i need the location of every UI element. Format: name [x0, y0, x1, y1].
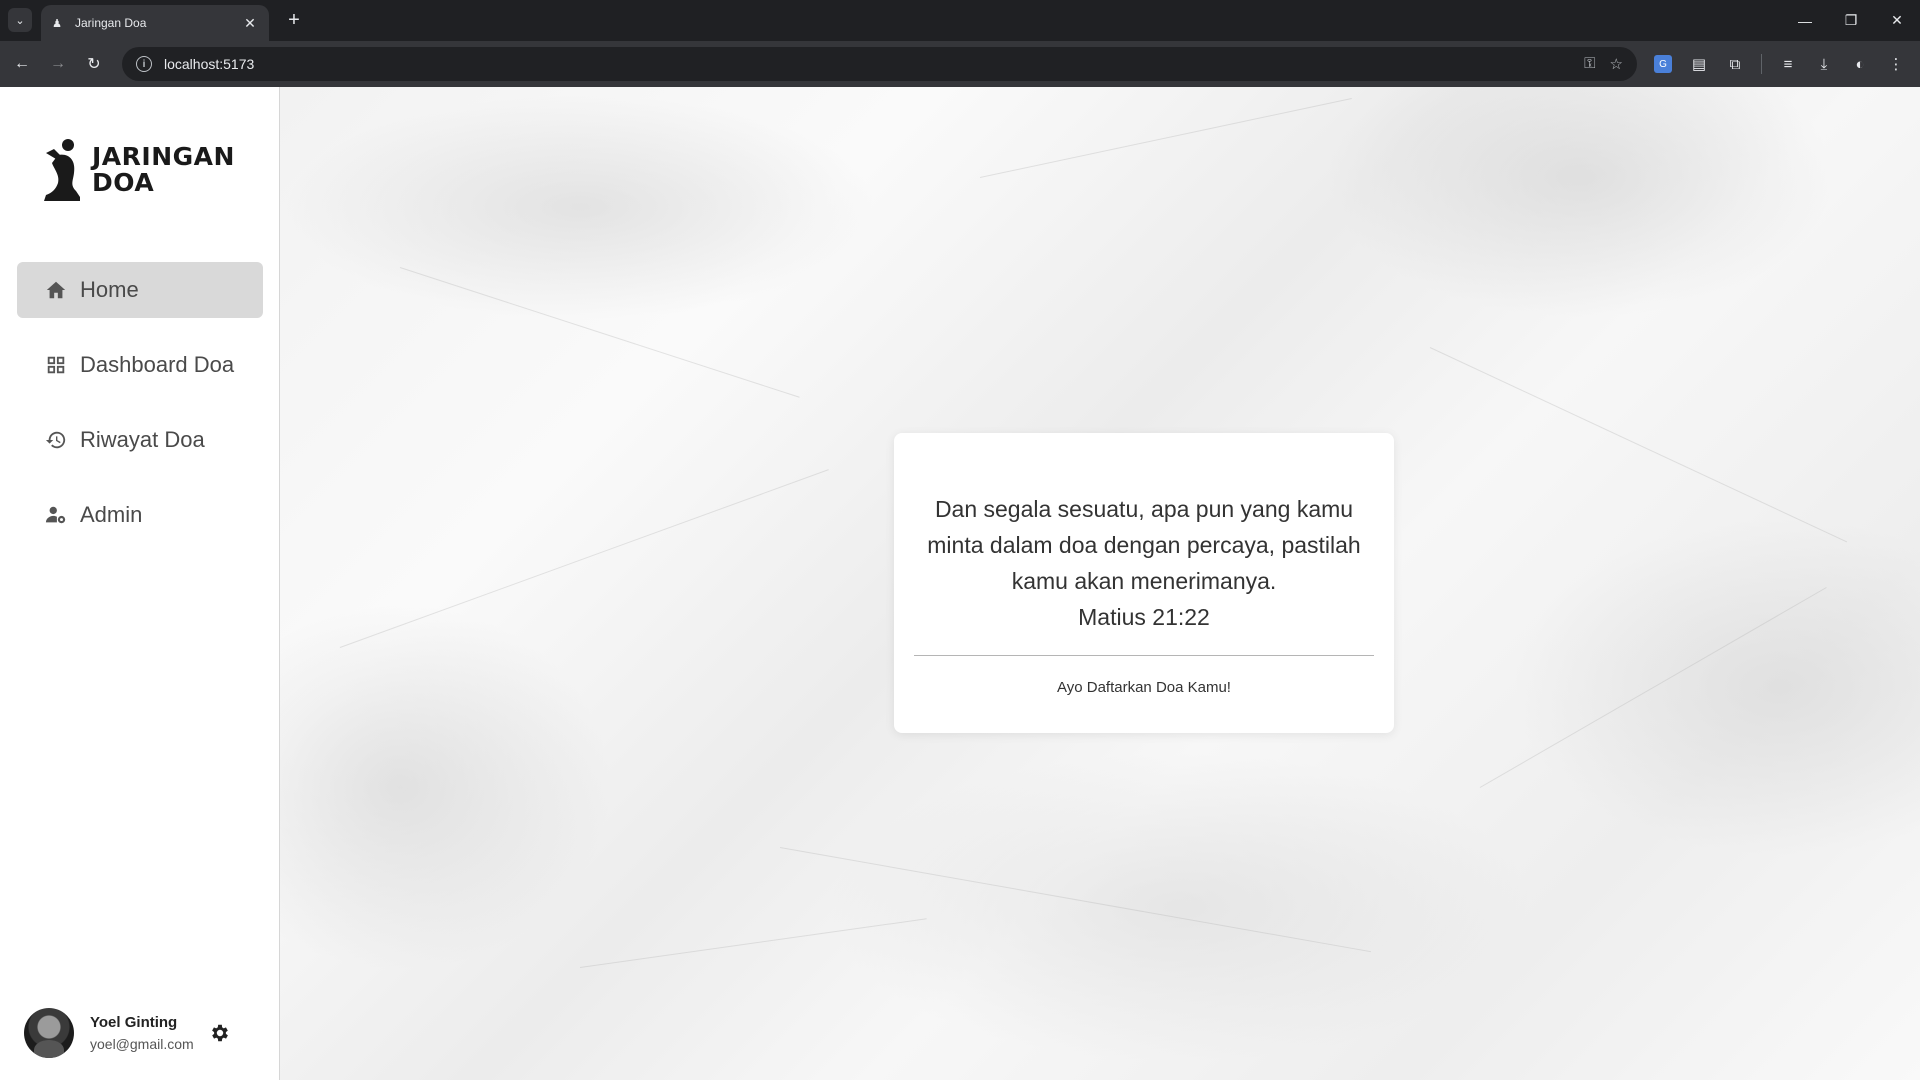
- extensions-puzzle-icon[interactable]: ⧉: [1719, 48, 1751, 80]
- restore-icon[interactable]: ❐: [1828, 0, 1874, 41]
- document-extension-icon[interactable]: ▤: [1683, 48, 1715, 80]
- minimize-icon[interactable]: —: [1782, 0, 1828, 41]
- sidebar-item-dashboard-doa[interactable]: Dashboard Doa: [17, 337, 263, 393]
- paper-crease: [339, 469, 829, 648]
- user-info: Yoel Ginting yoel@gmail.com: [90, 1014, 194, 1052]
- download-icon[interactable]: ⤓: [1808, 48, 1840, 80]
- grid-icon: [45, 354, 67, 376]
- paper-crease: [1429, 347, 1848, 543]
- close-window-icon[interactable]: ✕: [1874, 0, 1920, 41]
- gear-icon[interactable]: [208, 1021, 232, 1045]
- paper-crease: [779, 847, 1371, 953]
- avatar[interactable]: [24, 1008, 74, 1058]
- browser-tab[interactable]: ♟ Jaringan Doa ✕: [41, 5, 269, 41]
- translate-extension-icon[interactable]: G: [1647, 48, 1679, 80]
- history-icon: [45, 429, 67, 451]
- bookmark-star-icon[interactable]: ☆: [1610, 55, 1623, 73]
- password-key-icon[interactable]: ⚿: [1584, 55, 1595, 73]
- verse-card: Dan segala sesuatu, apa pun yang kamu mi…: [894, 433, 1394, 733]
- card-divider: [914, 655, 1374, 656]
- toolbar-separator: [1761, 54, 1762, 74]
- window-controls: — ❐ ✕: [1782, 0, 1920, 41]
- browser-toolbar: ← → ↻ i localhost:5173 ⚿ ☆ G ▤ ⧉ ≡ ⤓ ◐ ⋮: [0, 41, 1920, 87]
- verse-reference: Matius 21:22: [1078, 604, 1210, 630]
- tab-close-icon[interactable]: ✕: [241, 14, 259, 32]
- main-content: Dan segala sesuatu, apa pun yang kamu mi…: [280, 87, 1920, 1080]
- sidebar-item-home[interactable]: Home: [17, 262, 263, 318]
- sidebar-item-label: Riwayat Doa: [80, 427, 205, 452]
- user-email: yoel@gmail.com: [90, 1036, 194, 1052]
- user-name: Yoel Ginting: [90, 1014, 178, 1031]
- tab-search-button[interactable]: ⌄: [8, 8, 32, 32]
- back-arrow-icon[interactable]: ←: [4, 46, 40, 82]
- url-text[interactable]: localhost:5173: [164, 56, 1584, 72]
- sidebar-item-riwayat-doa[interactable]: Riwayat Doa: [17, 412, 263, 468]
- sidebar: JARINGAN DOA Home Dashboard Doa Riwayat …: [0, 87, 280, 1080]
- browser-tab-strip: ⌄ ♟ Jaringan Doa ✕ + — ❐ ✕: [0, 0, 1920, 41]
- user-profile: Yoel Ginting yoel@gmail.com: [24, 1008, 232, 1058]
- app-root: JARINGAN DOA Home Dashboard Doa Riwayat …: [0, 87, 1920, 1080]
- browser-menu-icon[interactable]: ⋮: [1880, 48, 1912, 80]
- extension-toolbar: G ▤ ⧉ ≡ ⤓ ◐ ⋮: [1647, 47, 1912, 81]
- praying-figure-favicon-icon: ♟: [52, 17, 62, 30]
- paper-crease: [1479, 587, 1827, 788]
- praying-figure-logo-icon: [44, 139, 80, 201]
- brand-line-1: JARINGAN: [92, 142, 235, 171]
- paper-crease: [579, 918, 927, 968]
- brand-name: JARINGAN DOA: [92, 144, 235, 196]
- user-gear-icon: [45, 504, 67, 526]
- paper-crease: [979, 98, 1352, 178]
- verse-text: Dan segala sesuatu, apa pun yang kamu mi…: [927, 496, 1361, 594]
- sidebar-nav: Home Dashboard Doa Riwayat Doa Admin: [17, 262, 263, 562]
- address-bar[interactable]: i localhost:5173 ⚿ ☆: [122, 47, 1637, 81]
- register-prayer-link[interactable]: Ayo Daftarkan Doa Kamu!: [1057, 679, 1231, 696]
- reading-list-icon[interactable]: ≡: [1772, 48, 1804, 80]
- site-info-icon[interactable]: i: [136, 56, 152, 72]
- paper-crease: [399, 267, 800, 398]
- brand-line-2: DOA: [92, 168, 155, 197]
- sidebar-item-label: Dashboard Doa: [80, 352, 235, 377]
- sidebar-item-label: Home: [80, 277, 139, 302]
- forward-arrow-icon[interactable]: →: [40, 46, 76, 82]
- sidebar-item-admin[interactable]: Admin: [17, 487, 263, 543]
- brand-logo[interactable]: JARINGAN DOA: [40, 137, 235, 203]
- home-icon: [45, 279, 67, 301]
- new-tab-plus-icon[interactable]: +: [282, 8, 306, 32]
- reload-icon[interactable]: ↻: [76, 46, 112, 82]
- tab-title: Jaringan Doa: [75, 16, 147, 30]
- sidebar-item-label: Admin: [80, 502, 143, 527]
- profile-avatar-icon[interactable]: ◐: [1844, 48, 1876, 80]
